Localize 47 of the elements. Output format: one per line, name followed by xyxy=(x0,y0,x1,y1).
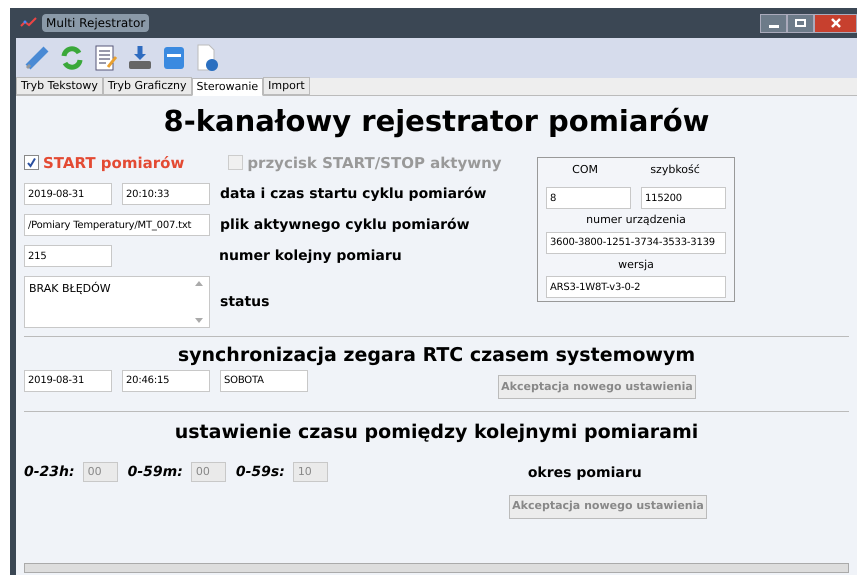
refresh-icon[interactable] xyxy=(59,45,85,71)
field-label: status xyxy=(220,292,270,312)
file-path-field[interactable]: /Pomiary Temperatury/MT_007.txt xyxy=(24,214,210,236)
date-field[interactable]: 2019-08-31 xyxy=(24,183,112,205)
weekday-field[interactable]: SOBOTA xyxy=(220,370,308,392)
com-field[interactable]: 8 xyxy=(546,187,631,209)
status-textarea[interactable]: BRAK BŁĘDÓW xyxy=(24,276,210,328)
document-edit-icon[interactable] xyxy=(94,45,118,71)
file-info-icon[interactable] xyxy=(195,44,219,72)
maximize-button[interactable] xyxy=(787,14,814,32)
section-heading: ustawienie czasu pomiędzy kolejnymi pomiarami xyxy=(174,420,698,443)
checkmark-icon xyxy=(26,157,37,168)
field-label: plik aktywnego cyklu pomiarów xyxy=(220,216,470,234)
serial-field[interactable]: 3600-3800-1251-3734-3533-3139 xyxy=(546,232,726,254)
minimize-button[interactable] xyxy=(760,14,787,32)
com-label: COM xyxy=(572,162,598,178)
time-field[interactable]: 20:46:15 xyxy=(122,370,210,392)
close-button[interactable] xyxy=(814,14,857,32)
scrollbar[interactable] xyxy=(24,563,849,573)
field-label: data i czas startu cyklu pomiarów xyxy=(220,184,486,204)
field-label: okres pomiaru xyxy=(528,465,642,482)
time-field[interactable]: 20:10:33 xyxy=(122,183,210,205)
tab[interactable]: Tryb Graficzny xyxy=(102,77,192,95)
field-label: numer kolejny pomiaru xyxy=(219,246,402,266)
download-drive-icon[interactable] xyxy=(127,45,153,71)
number-field[interactable]: 215 xyxy=(24,245,112,267)
window-title: Multi Rejestrator xyxy=(42,14,150,32)
range-label: 0-23h: xyxy=(24,462,75,482)
version-field[interactable]: ARS3-1W8T-v3-0-2 xyxy=(546,276,726,298)
range-label: 0-59s: xyxy=(236,462,285,482)
tab[interactable]: Sterowanie xyxy=(192,78,264,96)
tab[interactable]: Tryb Tekstowy xyxy=(16,77,103,95)
checkbox-label: START pomiarów xyxy=(43,152,184,174)
checkbox[interactable] xyxy=(24,155,39,170)
date-field[interactable]: 2019-08-31 xyxy=(24,370,112,392)
speed-field[interactable]: 115200 xyxy=(641,187,726,209)
checkbox-label: przycisk START/STOP aktywny xyxy=(247,152,502,174)
page-heading: 8-kanałowy rejestrator pomiarów xyxy=(164,104,710,138)
serial-label: numer urządzenia xyxy=(586,212,686,228)
range-label: 0-59m: xyxy=(128,462,183,482)
section-heading: synchronizacja zegara RTC czasem systemowym xyxy=(178,344,696,366)
tab[interactable]: Import xyxy=(263,77,310,95)
scroll-down-icon[interactable] xyxy=(195,318,203,323)
speed-label: szybkość xyxy=(650,162,700,178)
close-icon xyxy=(830,18,842,28)
scroll-up-icon[interactable] xyxy=(195,281,203,286)
version-label: wersja xyxy=(618,256,654,272)
